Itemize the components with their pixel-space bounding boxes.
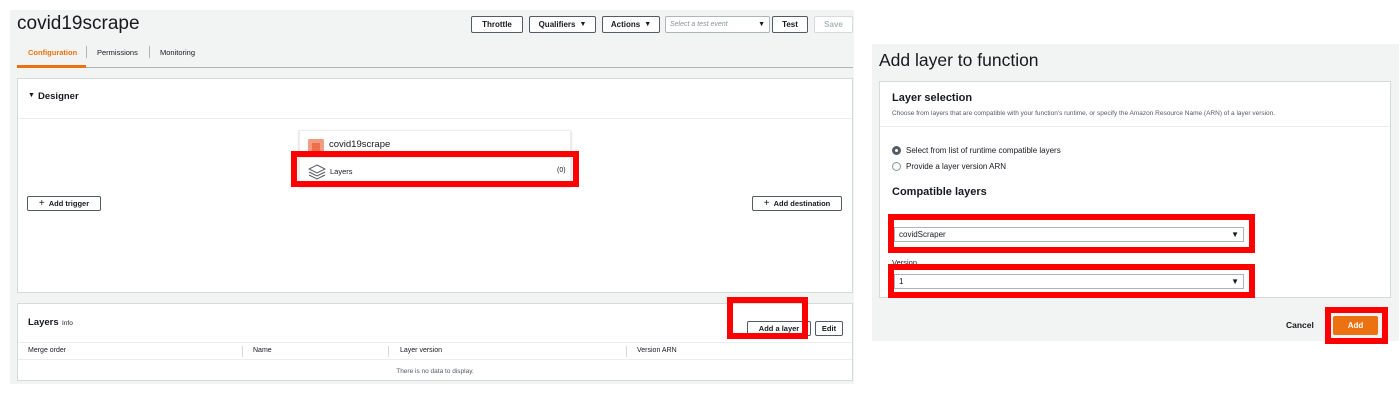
radio-label[interactable]: Select from list of runtime compatible l… <box>906 146 1061 155</box>
layers-section-title: Layers <box>28 317 59 328</box>
actions-button[interactable]: Actions ▼ <box>602 16 660 33</box>
highlight-layers-node <box>291 151 579 187</box>
column-divider <box>626 346 627 357</box>
designer-title: Designer <box>38 91 79 102</box>
caret-down-icon: ▼ <box>28 92 35 99</box>
tabs-divider <box>17 67 853 68</box>
add-trigger-button[interactable]: + Add trigger <box>27 196 101 211</box>
highlight-version-select <box>888 264 1255 298</box>
highlight-name-select <box>888 214 1255 253</box>
test-button[interactable]: Test <box>772 16 808 33</box>
column-header[interactable]: Merge order <box>28 347 66 354</box>
compatible-layers-title: Compatible layers <box>892 186 987 198</box>
highlight-add-button <box>1325 307 1388 344</box>
caret-down-icon: ▼ <box>579 21 587 28</box>
tab-divider <box>86 46 87 58</box>
column-header[interactable]: Name <box>253 347 272 354</box>
layer-selection-title: Layer selection <box>892 92 973 104</box>
column-divider <box>388 346 389 357</box>
function-card-name: covid19scrape <box>329 139 391 150</box>
radio-layer-arn[interactable] <box>892 162 901 171</box>
save-button[interactable]: Save <box>814 16 853 33</box>
edit-button[interactable]: Edit <box>815 321 843 336</box>
info-link[interactable]: Info <box>62 320 73 327</box>
qualifiers-button[interactable]: Qualifiers ▼ <box>529 16 596 33</box>
designer-header[interactable]: ▼ Designer <box>18 79 852 119</box>
divider <box>880 126 1390 127</box>
column-header[interactable]: Layer version <box>400 347 442 354</box>
tab-monitoring[interactable]: Monitoring <box>160 48 195 57</box>
dialog-title: Add layer to function <box>879 50 1039 70</box>
layer-selection-description: Choose from layers that are compatible w… <box>892 110 1276 117</box>
function-title: covid19scrape <box>17 13 140 34</box>
cancel-button[interactable]: Cancel <box>1286 320 1314 330</box>
column-divider <box>242 346 243 357</box>
test-event-select[interactable]: Select a test event ▼ <box>665 16 770 33</box>
tab-configuration[interactable]: Configuration <box>28 48 77 57</box>
tab-divider <box>149 46 150 58</box>
empty-table-message: There is no data to display. <box>396 368 474 375</box>
plus-icon: + <box>763 198 770 209</box>
radio-compatible-layers[interactable] <box>892 146 901 155</box>
add-destination-button[interactable]: + Add destination <box>752 196 842 211</box>
active-tab-indicator <box>17 65 86 68</box>
plus-icon: + <box>38 198 45 209</box>
radio-label[interactable]: Provide a layer version ARN <box>906 162 1006 171</box>
caret-down-icon: ▼ <box>644 21 652 28</box>
layers-table-header: Merge order Name Layer version Version A… <box>18 342 852 360</box>
column-header[interactable]: Version ARN <box>637 347 677 354</box>
caret-down-icon: ▼ <box>758 21 765 28</box>
highlight-add-layer-button <box>727 297 808 339</box>
tab-permissions[interactable]: Permissions <box>97 48 138 57</box>
throttle-button[interactable]: Throttle <box>471 16 523 33</box>
